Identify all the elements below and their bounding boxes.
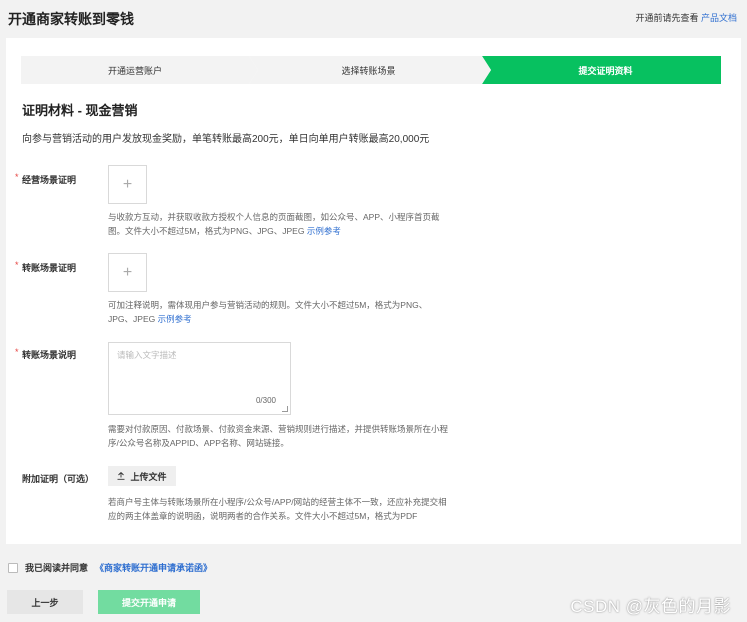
upload-icon — [117, 472, 125, 480]
agreement-row: 我已阅读并同意 《商家转账开通申请承诺函》 — [8, 561, 212, 574]
transfer-scene-upload[interactable]: + — [108, 253, 147, 292]
field-label-text: 经营场景证明 — [22, 175, 77, 185]
extra-proof-hint: 若商户号主体与转账场景所在小程序/公众号/APP/网站的经营主体不一致，还应补充… — [108, 497, 447, 521]
upload-file-button[interactable]: 上传文件 — [108, 466, 176, 486]
agreement-text: 我已阅读并同意 — [25, 563, 89, 573]
page-title: 开通商家转账到零钱 — [8, 11, 134, 27]
step-label: 选择转账场景 — [341, 65, 396, 76]
step-label: 提交证明资料 — [578, 65, 633, 76]
upload-button-label: 上传文件 — [130, 471, 167, 482]
plus-icon: + — [122, 263, 133, 281]
scene-description-box: 0/300 — [108, 342, 291, 415]
submit-application-button[interactable]: 提交开通申请 — [98, 590, 200, 614]
business-scene-example-link[interactable]: 示例参考 — [307, 226, 341, 236]
header-doc-text: 开通前请先查看 — [635, 13, 699, 23]
business-scene-label: * 经营场景证明 — [15, 172, 77, 186]
hint-text: 与收款方互动，并获取收款方授权个人信息的页面截图，如公众号、APP、小程序首页截… — [108, 212, 440, 236]
resize-handle[interactable] — [282, 406, 288, 412]
required-mark: * — [15, 172, 19, 182]
required-mark: * — [15, 347, 19, 357]
prev-step-button[interactable]: 上一步 — [7, 590, 83, 614]
hint-text: 可加注释说明，需体现用户参与营销活动的规则。文件大小不超过5M，格式为PNG、J… — [108, 300, 428, 324]
transfer-scene-example-link[interactable]: 示例参考 — [158, 314, 192, 324]
step-open-account: 开通运营账户 — [21, 56, 258, 84]
field-label-text: 转账场景说明 — [22, 350, 77, 360]
step-select-scene: 选择转账场景 — [249, 56, 491, 84]
form-card: 开通运营账户 选择转账场景 提交证明资料 证明材料 - 现金营销 向参与营销活动… — [6, 38, 741, 544]
char-counter: 0/300 — [255, 396, 276, 405]
step-label: 开通运营账户 — [107, 65, 162, 76]
required-mark: * — [15, 260, 19, 270]
step-submit-materials: 提交证明资料 — [482, 56, 721, 84]
agreement-checkbox[interactable] — [8, 562, 18, 573]
field-label-text: 转账场景证明 — [22, 263, 77, 273]
extra-proof-label: 附加证明（可选） — [22, 472, 94, 485]
business-scene-upload[interactable]: + — [108, 165, 147, 204]
plus-icon: + — [122, 175, 133, 193]
section-title: 证明材料 - 现金营销 — [22, 103, 138, 118]
header-doc-hint: 开通前请先查看 产品文档 — [635, 11, 737, 24]
watermark: CSDN @灰色的月影 — [570, 597, 731, 616]
section-description: 向参与营销活动的用户发放现金奖励，单笔转账最高200元，单日向单用户转账最高20… — [22, 134, 430, 145]
field-label-text: 附加证明（可选） — [22, 474, 95, 484]
step-progress: 开通运营账户 选择转账场景 提交证明资料 — [21, 56, 721, 84]
product-doc-link[interactable]: 产品文档 — [701, 13, 737, 23]
agreement-link[interactable]: 《商家转账开通申请承诺函》 — [95, 561, 212, 574]
scene-description-label: * 转账场景说明 — [15, 347, 77, 361]
transfer-scene-hint: 可加注释说明，需体现用户参与营销活动的规则。文件大小不超过5M，格式为PNG、J… — [108, 298, 448, 326]
scene-description-hint: 需要对付款原因、付款场景、付款资金来源、营销规则进行描述，并提供转账场景所在小程… — [108, 424, 449, 448]
page-header: 开通商家转账到零钱 开通前请先查看 产品文档 — [0, 0, 747, 34]
transfer-scene-label: * 转账场景证明 — [15, 260, 77, 274]
business-scene-hint: 与收款方互动，并获取收款方授权个人信息的页面截图，如公众号、APP、小程序首页截… — [108, 210, 448, 238]
